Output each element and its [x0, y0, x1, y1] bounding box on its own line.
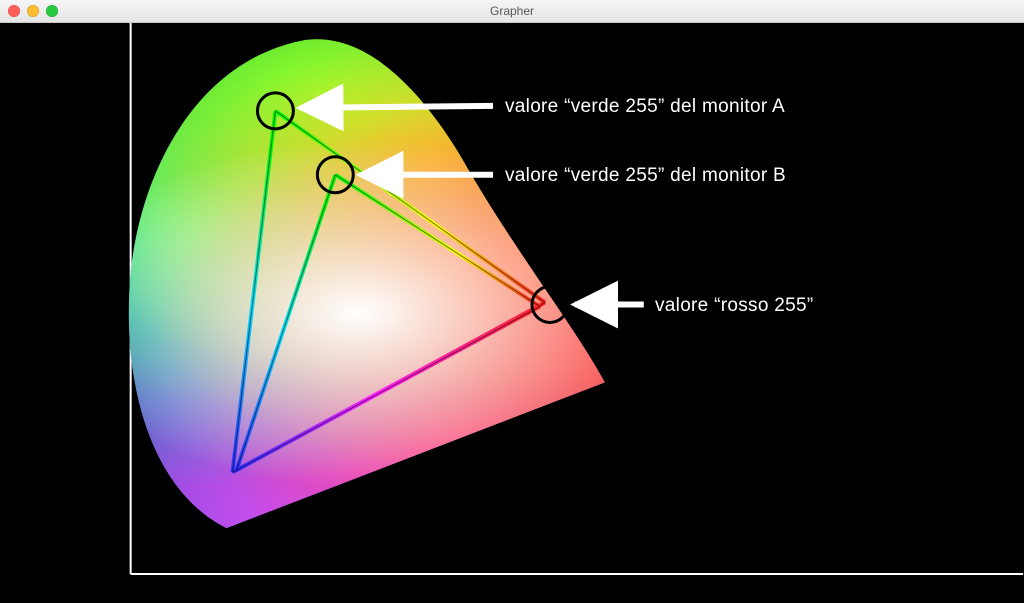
titlebar[interactable]: Grapher — [0, 0, 1024, 23]
label-red: valore “rosso 255” — [655, 295, 814, 317]
minimize-icon[interactable] — [27, 5, 39, 17]
arrow-green-a — [300, 106, 493, 108]
close-icon[interactable] — [8, 5, 20, 17]
label-green-a: valore “verde 255” del monitor A — [505, 96, 785, 118]
plot-area: valore “verde 255” del monitor A valore … — [0, 23, 1024, 603]
traffic-lights — [8, 5, 58, 17]
app-window: Grapher — [0, 0, 1024, 603]
label-green-b: valore “verde 255” del monitor B — [505, 165, 786, 187]
zoom-icon[interactable] — [46, 5, 58, 17]
window-title: Grapher — [0, 4, 1024, 18]
